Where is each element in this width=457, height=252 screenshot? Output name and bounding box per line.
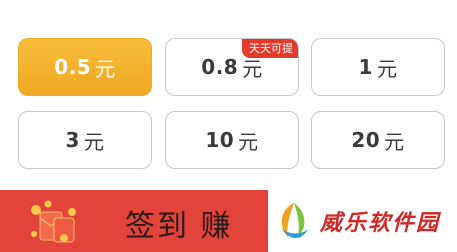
amount-unit: 元 — [83, 129, 105, 154]
amount-value: 0.8 — [201, 55, 239, 79]
amount-value: 20 — [351, 128, 381, 152]
daily-withdraw-badge: 天天可提 — [242, 39, 298, 58]
amount-option-0-5[interactable]: 0.5 元 — [18, 38, 152, 96]
watermark-text: 威乐软件园 — [320, 211, 441, 236]
amount-unit: 元 — [95, 56, 116, 81]
checkin-banner-title: 签到 赚 — [125, 209, 233, 244]
amount-unit: 元 — [384, 129, 405, 154]
amount-unit: 元 — [238, 129, 259, 154]
amount-option-3[interactable]: 3元 — [18, 111, 152, 169]
amount-unit: 元 — [376, 56, 398, 81]
site-watermark: 威乐软件园 — [268, 190, 457, 252]
amount-value: 3 — [65, 128, 80, 152]
amount-option-0-8[interactable]: 天天可提 0.8 元 — [165, 38, 299, 96]
amount-value: 10 — [205, 128, 235, 152]
amount-value: 1 — [358, 55, 373, 79]
amount-option-20[interactable]: 20 元 — [311, 111, 445, 169]
amount-option-10[interactable]: 10 元 — [165, 111, 299, 169]
red-envelope-coins-icon — [31, 200, 76, 243]
amount-option-1[interactable]: 1元 — [311, 38, 445, 96]
leaf-logo-icon — [281, 203, 308, 238]
amount-value: 0.5 — [54, 55, 92, 79]
